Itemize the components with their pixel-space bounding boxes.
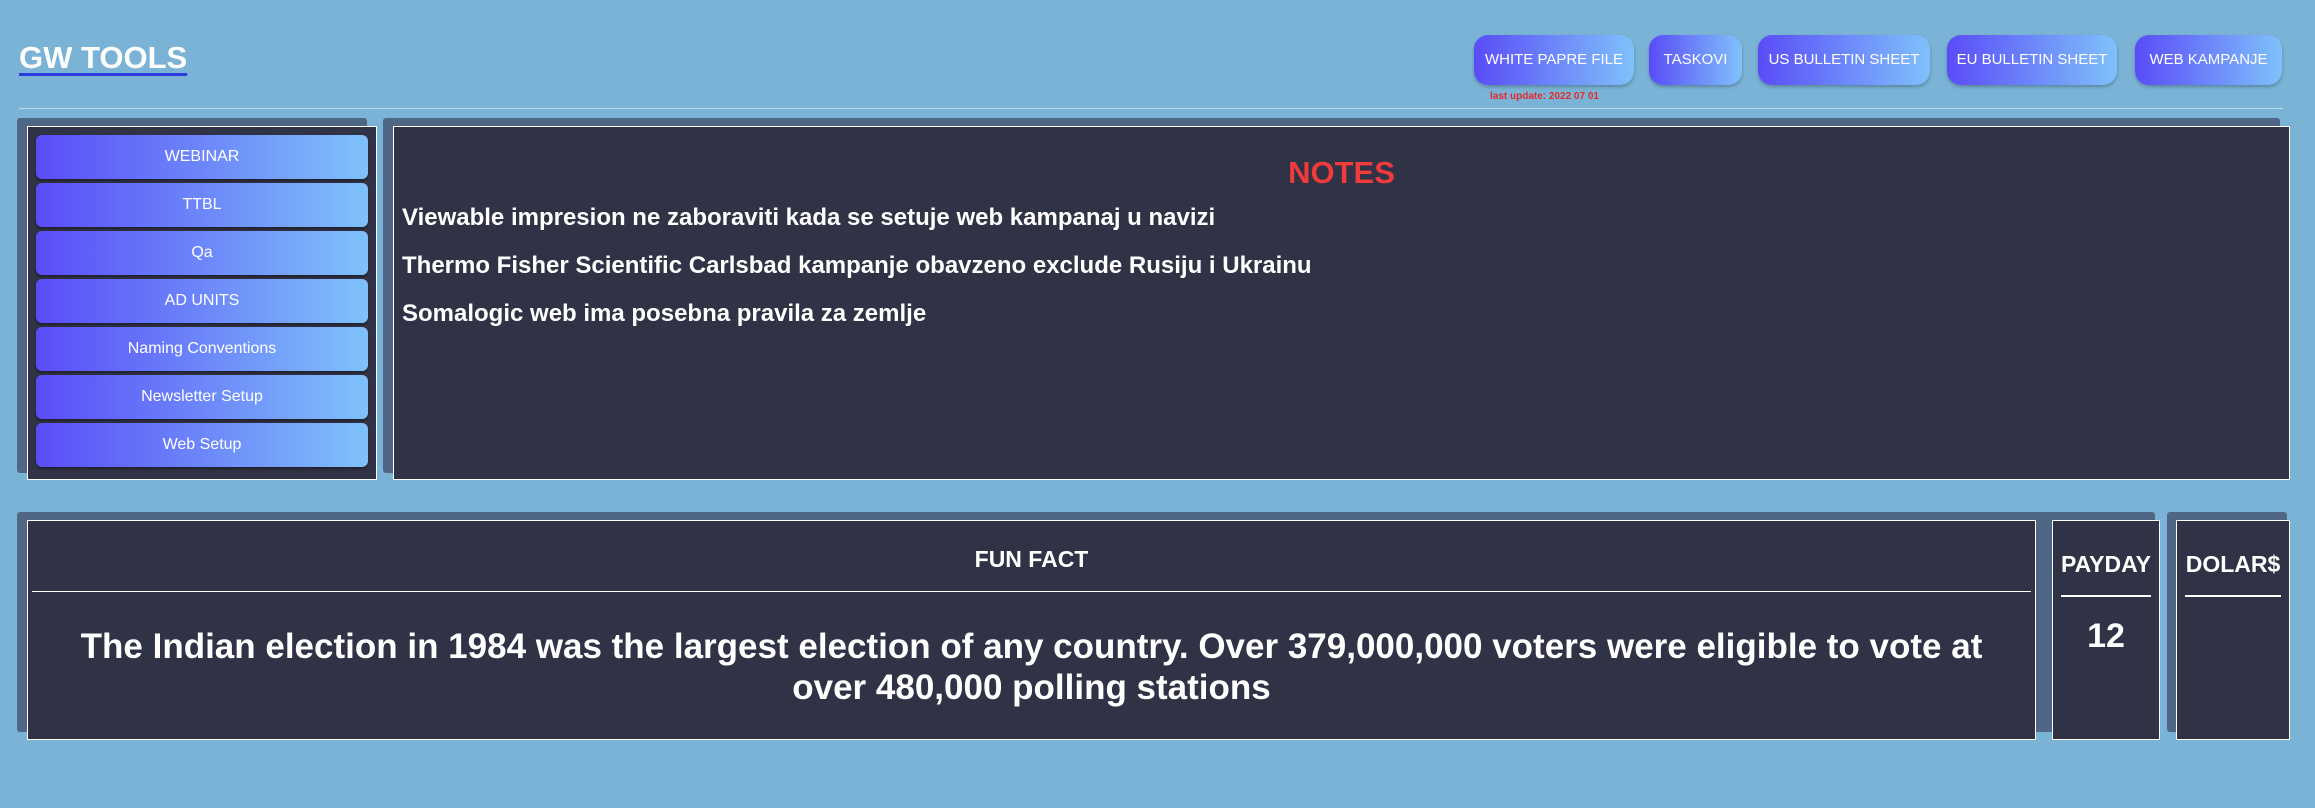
payday-title: PAYDAY bbox=[2061, 551, 2151, 577]
sidebar-item-newsletter-setup[interactable]: Newsletter Setup bbox=[36, 375, 368, 419]
dolar-divider bbox=[2185, 595, 2281, 597]
header-divider bbox=[19, 108, 2283, 109]
white-paper-file-button[interactable]: WHITE PAPRE FILE bbox=[1474, 35, 1634, 85]
note-item: Somalogic web ima posebna pravila za zem… bbox=[402, 300, 927, 327]
eu-bulletin-sheet-button[interactable]: EU BULLETIN SHEET bbox=[1947, 35, 2117, 85]
fun-fact-divider bbox=[32, 591, 2031, 592]
fun-fact-panel: FUN FACT The Indian election in 1984 was… bbox=[27, 520, 2036, 740]
sidebar-item-web-setup[interactable]: Web Setup bbox=[36, 423, 368, 467]
note-item: Thermo Fisher Scientific Carlsbad kampan… bbox=[402, 252, 1312, 279]
dolar-title: DOLAR$ bbox=[2185, 551, 2281, 577]
fun-fact-title: FUN FACT bbox=[974, 546, 1089, 572]
payday-divider bbox=[2061, 595, 2151, 597]
sidebar-item-naming-conventions[interactable]: Naming Conventions bbox=[36, 327, 368, 371]
payday-value: 12 bbox=[2087, 617, 2125, 655]
sidebar-item-qa[interactable]: Qa bbox=[36, 231, 368, 275]
notes-panel: NOTES Viewable impresion ne zaboraviti k… bbox=[393, 126, 2290, 480]
payday-card: PAYDAY 12 bbox=[2052, 520, 2160, 740]
last-update-note: last update: 2022 07 01 bbox=[1490, 91, 1599, 102]
notes-title: NOTES bbox=[1288, 155, 1395, 190]
dolar-card: DOLAR$ bbox=[2176, 520, 2290, 740]
sidebar-item-webinar[interactable]: WEBINAR bbox=[36, 135, 368, 179]
sidebar-item-ad-units[interactable]: AD UNITS bbox=[36, 279, 368, 323]
sidebar-menu: WEBINAR TTBL Qa AD UNITS Naming Conventi… bbox=[27, 126, 377, 480]
fun-fact-text: The Indian election in 1984 was the larg… bbox=[80, 627, 1983, 707]
note-item: Viewable impresion ne zaboraviti kada se… bbox=[402, 204, 1216, 231]
sidebar-item-ttbl[interactable]: TTBL bbox=[36, 183, 368, 227]
web-kampanje-button[interactable]: WEB KAMPANJE bbox=[2135, 35, 2282, 85]
page: GW TOOLS WHITE PAPRE FILE TASKOVI US BUL… bbox=[0, 0, 2315, 808]
taskovi-button[interactable]: TASKOVI bbox=[1649, 35, 1742, 85]
us-bulletin-sheet-button[interactable]: US BULLETIN SHEET bbox=[1758, 35, 1930, 85]
brand-logo[interactable]: GW TOOLS bbox=[19, 40, 187, 76]
